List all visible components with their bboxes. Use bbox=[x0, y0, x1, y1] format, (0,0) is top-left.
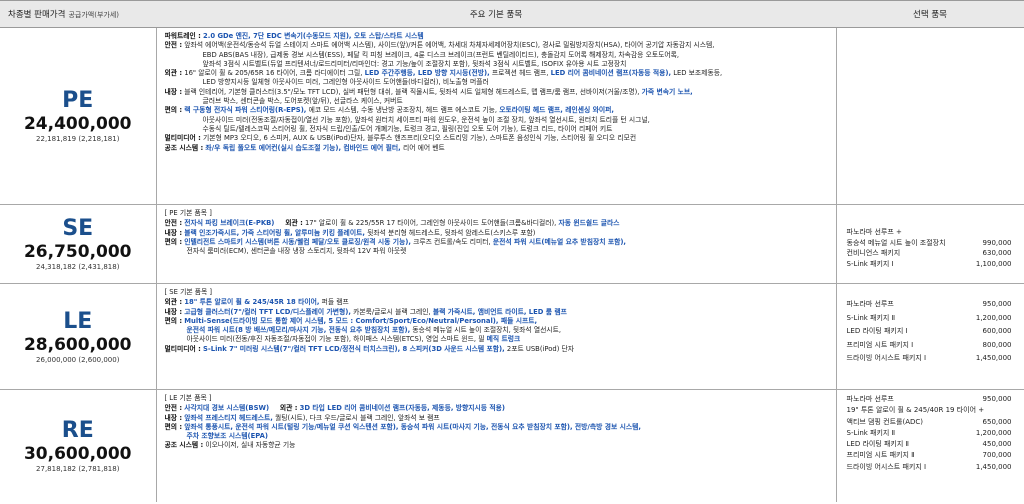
basic-items-re: [ LE 기본 품목 ] 안전 : 사각지대 경보 시스템(BSW) 외관 : … bbox=[156, 389, 837, 502]
trim-cell-pe: PE 24,400,000 22,181,819 (2,218,181) bbox=[0, 27, 157, 205]
list-item: 내장 : 블랙 인조가죽시트, 가죽 스티어링 휠, 알루미늄 키킹 플레이트,… bbox=[164, 228, 536, 237]
list-item: 내장 : 고급형 클러스터(7"/컬러 TFT LCD/디스플레이 가변형), … bbox=[164, 307, 567, 316]
option-item: 파노라마 선루프 + bbox=[846, 228, 902, 236]
list-item: 내장 : 블랙 인테리어, 기본형 클러스터(3.5"/모노 TFT LCD),… bbox=[164, 87, 693, 96]
list-item: 안전 : 앞좌석 에어백(운전석/동승석 듀얼 스테이지 스마트 에어백 시스템… bbox=[164, 41, 715, 50]
option-item: 파노라마 선루프 950,000 bbox=[846, 395, 1012, 403]
list-item: 편의 : 앞좌석 통풍시트, 운전석 파워 시트(털링 기능/메뉴얼 쿠션 익스… bbox=[164, 422, 641, 431]
list-item: 수동식 틸트/텔레스코픽 스티어링 휠, 전자식 드립/인출/도어 개폐기능, … bbox=[202, 124, 613, 133]
price-table: 차종별 판매가격 공급가액(부가세) 주요 기본 품목 선택 품목 PE 24,4… bbox=[0, 0, 1024, 502]
list-item: 멀티미디어 : 기본형 MP3 오디오, 6 스피커, AUX & USB(iP… bbox=[164, 134, 637, 143]
header-trim-price: 차종별 판매가격 공급가액(부가세) bbox=[0, 0, 156, 28]
trim-price-sub: 22,181,819 (2,218,181) bbox=[36, 135, 120, 143]
list-item: 편의 : 인텔리전트 스마트키 시스템(버튼 시동/웰컴 페달/오토 클로징/원… bbox=[164, 237, 627, 246]
options-le: 파노라마 선루프 950,000 S-Link 패키지 Ⅱ 1,200,000 LE… bbox=[836, 283, 1024, 390]
section-heading: [ LE 기본 품목 ] bbox=[164, 394, 212, 402]
list-item: 편의 : Multi-Sense(드라이빙 모드 통합 제어 시스템, 5 모드… bbox=[164, 316, 538, 325]
option-item: 드라이빙 어시스트 패키지 Ⅰ 1,450,000 bbox=[846, 462, 1012, 471]
option-item: 19" 투톤 알로이 휠 & 245/40R 19 타이어 + bbox=[846, 406, 985, 415]
options-se: 파노라마 선루프 + 동승석 메뉴얼 시트 높이 조절장치 990,000 컨비니… bbox=[836, 204, 1024, 284]
list-item: 파워트레인 : 2.0 GDe 엔진, 7단 EDC 변속기(수동모드 지원),… bbox=[164, 32, 424, 40]
trim-name: LE bbox=[63, 308, 93, 334]
trim-price-sub: 26,000,000 (2,600,000) bbox=[36, 355, 120, 364]
list-item: 안전 : 전자식 파킹 브레이크(E-PKB) 외관 : 17" 알로이 휠 &… bbox=[164, 219, 620, 228]
trim-price: 26,750,000 bbox=[23, 242, 132, 262]
list-item: 멀티미디어 : S-Link 7" 미러링 시스템(7"/컬러 TFT LCD/… bbox=[164, 344, 575, 353]
option-item: S-Link 패키지 Ⅱ 1,200,000 bbox=[846, 313, 1012, 322]
option-item: 프리미엄 시트 패키지 Ⅰ 800,000 bbox=[846, 340, 1012, 349]
option-item: 동승석 메뉴얼 시트 높이 조절장치 990,000 bbox=[846, 238, 1012, 247]
option-item: LED 라이팅 패키지 Ⅱ 450,000 bbox=[846, 440, 1012, 449]
option-item: 프리미엄 시트 패키지 Ⅱ 700,000 bbox=[846, 451, 1012, 460]
list-item: 아웃사이드 미러(전동조절/자동접이/열선 기능 포함), 앞좌석 원터치 세이… bbox=[202, 115, 650, 124]
list-item: 앞좌석 3점식 시트벨트(듀얼 프리텐셔너/로드리미터/리마인더: 경고 기능/… bbox=[202, 59, 627, 68]
trim-price: 28,600,000 bbox=[23, 334, 132, 355]
options-re: 파노라마 선루프 950,000 19" 투톤 알로이 휠 & 245/40R 1… bbox=[836, 390, 1024, 502]
table-row-re: RE 30,600,000 27,818,182 (2,781,818) [ L… bbox=[0, 389, 1024, 502]
option-item: 컨비니언스 패키지 630,000 bbox=[846, 249, 1012, 257]
list-item: 공조 시스템 : 좌/우 독립 풀오토 에어컨(실시 습도조절 기능), 컴바인… bbox=[164, 143, 445, 152]
list-item: LED 방향지시등 일체형 아웃사이드 미러, 그레인형 아웃사이드 도어핸들(… bbox=[202, 78, 489, 87]
list-item: 안전 : 사각지대 경보 시스템(BSW) 외관 : 3D 타입 LED 리어 … bbox=[164, 404, 506, 413]
trim-name: PE bbox=[62, 88, 94, 113]
trim-price: 24,400,000 bbox=[23, 114, 132, 134]
section-heading: [ SE 기본 품목 ] bbox=[164, 288, 213, 296]
trim-cell-re: RE 30,600,000 27,818,182 (2,781,818) bbox=[0, 389, 157, 502]
list-item: 편의 : 랙 구동형 전자식 파워 스티어링(R-EPS), 에코 모드 시스템… bbox=[164, 106, 614, 115]
option-item: S-Link 패키지 Ⅰ 1,100,000 bbox=[846, 259, 1012, 268]
table-header-row: 차종별 판매가격 공급가액(부가세) 주요 기본 품목 선택 품목 bbox=[0, 0, 1024, 28]
trim-price: 30,600,000 bbox=[23, 443, 132, 464]
list-item: 운전석 파워 시트(8 방 배쓰/메모리/마사지 기능, 전동식 요추 받침장치… bbox=[186, 326, 562, 335]
option-item: 파노라마 선루프 950,000 bbox=[846, 300, 1012, 308]
table-row-le: LE 28,600,000 26,000,000 (2,600,000) [ S… bbox=[0, 283, 1024, 390]
list-item: 주차 조향보조 시스템(EPA) bbox=[186, 432, 268, 441]
basic-items-pe: 파워트레인 : 2.0 GDe 엔진, 7단 EDC 변속기(수동모드 지원),… bbox=[156, 27, 837, 205]
trim-cell-se: SE 26,750,000 24,318,182 (2,431,818) bbox=[0, 204, 157, 284]
table-row-se: SE 26,750,000 24,318,182 (2,431,818) [ P… bbox=[0, 204, 1024, 284]
header-options: 선택 품목 bbox=[836, 0, 1024, 28]
list-item: 외관 : 16" 알로이 휠 & 205/65R 16 타이어, 크롬 라디에이… bbox=[164, 69, 723, 78]
basic-items-le: [ SE 기본 품목 ] 외관 : 18" 투톤 알로이 휠 & 245/45R… bbox=[156, 283, 837, 390]
list-item: 글러브 박스, 센터콘솔 박스, 도어포켓(앞/뒤), 선글라스 케이스, 커버… bbox=[202, 97, 403, 106]
table-row-pe: PE 24,400,000 22,181,819 (2,218,181) 파워트… bbox=[0, 27, 1024, 205]
option-item: LED 라이팅 패키지 Ⅰ 600,000 bbox=[846, 327, 1012, 335]
trim-name: RE bbox=[61, 417, 94, 443]
trim-price-sub: 27,818,182 (2,781,818) bbox=[36, 464, 120, 473]
header-basic: 주요 기본 품목 bbox=[156, 0, 836, 28]
section-heading: [ PE 기본 품목 ] bbox=[164, 209, 212, 217]
list-item: 아웃사이드 미러(전동/후진 자동조절/자동접이 기능 포함), 하이패스 시스… bbox=[186, 335, 521, 344]
trim-price-sub: 24,318,182 (2,431,818) bbox=[36, 263, 120, 271]
list-item: 전자식 룸미러(ECM), 센터콘솔 내장 냉장 스토리지, 뒷좌석 12V 파… bbox=[186, 247, 407, 256]
list-item: 외관 : 18" 투톤 알로이 휠 & 245/45R 18 타이어, 퍼들 램… bbox=[164, 298, 349, 307]
list-item: 내장 : 앞좌석 프레스티지 헤드레스트, 퀄팅(시트), 다크 우드/글로시 … bbox=[164, 413, 440, 422]
option-item: 드라이빙 어시스트 패키지 Ⅰ 1,450,000 bbox=[846, 354, 1012, 362]
list-item: EBD ABS(BAS 내장), 급제동 경보 시스템(ESS), 페달 킥 피… bbox=[202, 50, 680, 59]
options-pe bbox=[836, 27, 1024, 205]
trim-cell-le: LE 28,600,000 26,000,000 (2,600,000) bbox=[0, 283, 157, 390]
trim-name: SE bbox=[62, 216, 94, 241]
option-item: 액티브 댐핑 컨트롤(ADC) 650,000 bbox=[846, 417, 1012, 426]
list-item: 공조 시스템 : 이오나이저, 실내 자동향균 기능 bbox=[164, 441, 296, 450]
basic-items-se: [ PE 기본 품목 ] 안전 : 전자식 파킹 브레이크(E-PKB) 외관 … bbox=[156, 204, 837, 284]
option-item: S-Link 패키지 Ⅱ 1,200,000 bbox=[846, 428, 1012, 437]
header-trim-price-sub: 공급가액(부가세) bbox=[68, 11, 119, 19]
